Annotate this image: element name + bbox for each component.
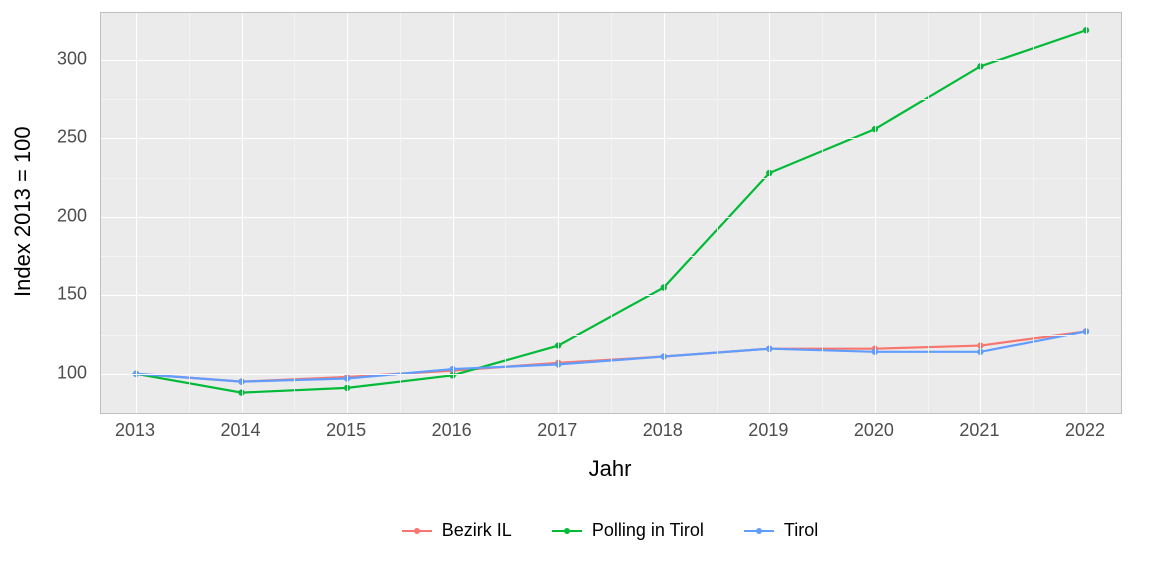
x-tick-label: 2016 (432, 414, 472, 441)
gridline-vertical-minor (1033, 13, 1034, 413)
legend-key-icon (402, 522, 432, 540)
x-axis-label: Jahr (100, 456, 1120, 482)
y-tick-label: 200 (0, 205, 95, 226)
gridline-vertical (664, 13, 665, 413)
y-tick-label: 300 (0, 49, 95, 70)
x-axis-label-text: Jahr (589, 456, 632, 481)
gridline-vertical (242, 13, 243, 413)
gridline-vertical-minor (611, 13, 612, 413)
gridline-vertical-minor (928, 13, 929, 413)
legend-item: Polling in Tirol (552, 520, 704, 541)
gridline-vertical (1086, 13, 1087, 413)
legend-label: Tirol (784, 520, 818, 541)
gridline-vertical (875, 13, 876, 413)
x-tick-label: 2019 (748, 414, 788, 441)
x-tick-label: 2020 (854, 414, 894, 441)
gridline-vertical-minor (189, 13, 190, 413)
gridline-vertical-minor (400, 13, 401, 413)
y-tick-label: 100 (0, 362, 95, 383)
gridline-vertical-minor (505, 13, 506, 413)
gridline-vertical-minor (294, 13, 295, 413)
chart-container: Index 2013 = 100 100150200250300 2013201… (0, 0, 1152, 576)
legend-item: Tirol (744, 520, 818, 541)
legend-item: Bezirk IL (402, 520, 512, 541)
gridline-vertical (769, 13, 770, 413)
plot-panel (100, 12, 1122, 414)
legend: Bezirk IL Polling in Tirol Tirol (100, 520, 1120, 541)
x-tick-label: 2014 (221, 414, 261, 441)
gridline-vertical-minor (822, 13, 823, 413)
x-tick-label: 2022 (1065, 414, 1105, 441)
legend-label: Bezirk IL (442, 520, 512, 541)
x-tick-label: 2013 (115, 414, 155, 441)
gridline-vertical-minor (717, 13, 718, 413)
x-axis-ticks: 2013 2014 2015 2016 2017 2018 2019 2020 2021 2022 (100, 414, 1120, 444)
x-tick-label: 2021 (959, 414, 999, 441)
x-tick-label: 2015 (326, 414, 366, 441)
x-tick-label: 2017 (537, 414, 577, 441)
legend-label: Polling in Tirol (592, 520, 704, 541)
y-axis-ticks: 100 150 200 250 300 (0, 12, 95, 412)
gridline-vertical (347, 13, 348, 413)
gridline-vertical (453, 13, 454, 413)
gridline-vertical (558, 13, 559, 413)
y-tick-label: 150 (0, 284, 95, 305)
legend-key-icon (744, 522, 774, 540)
legend-key-icon (552, 522, 582, 540)
gridline-vertical (980, 13, 981, 413)
x-tick-label: 2018 (643, 414, 683, 441)
gridline-vertical (136, 13, 137, 413)
y-tick-label: 250 (0, 127, 95, 148)
